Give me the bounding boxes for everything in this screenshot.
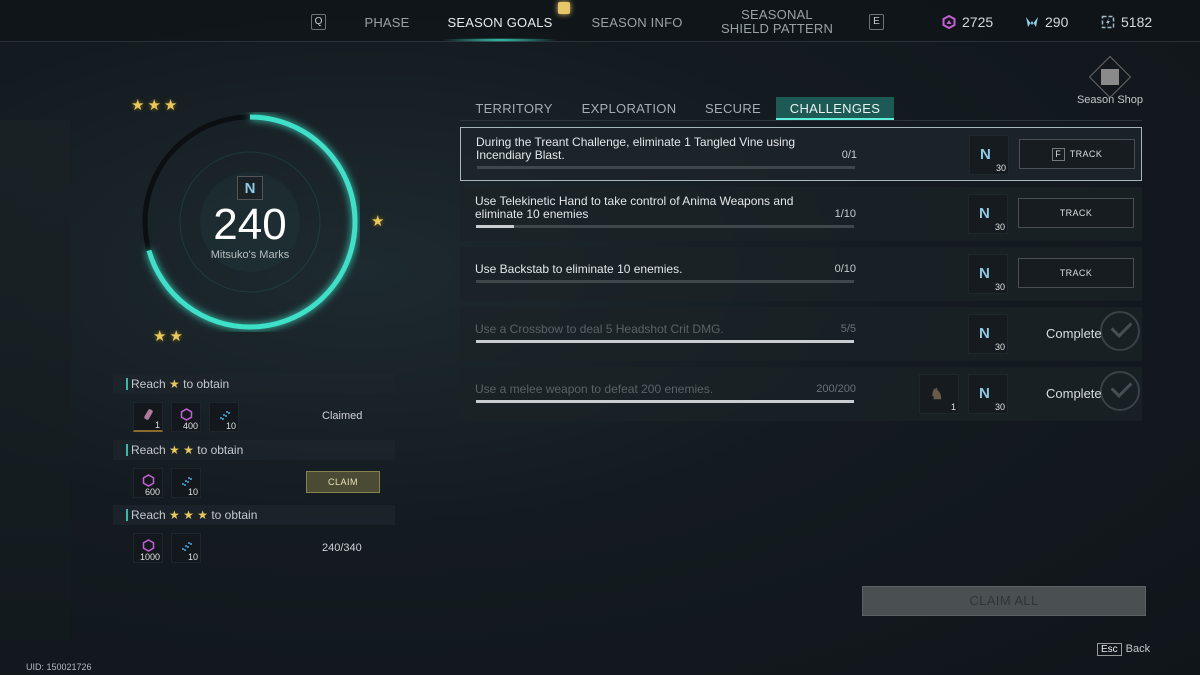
- challenge-progress: 0/10: [834, 263, 856, 275]
- prev-tab-key[interactable]: Q: [311, 14, 326, 30]
- mitsuko-mark-icon: N: [979, 325, 990, 342]
- challenge-progress: 1/10: [834, 208, 856, 220]
- track-button[interactable]: F TRACK: [1019, 139, 1135, 169]
- subtab-divider: [460, 120, 1142, 121]
- complete-status: Complete: [1046, 386, 1102, 401]
- gift-icon: [558, 2, 570, 14]
- active-tab-indicator: [440, 38, 560, 42]
- challenge-row[interactable]: Use Backstab to eliminate 10 enemies. 0/…: [460, 247, 1142, 301]
- mitsuko-mark-icon: N: [979, 385, 990, 402]
- challenge-progress-bar: [476, 225, 854, 228]
- progress-bar-fill: [476, 225, 514, 228]
- reward-item-hexagon[interactable]: 1000: [133, 533, 163, 563]
- claim-all-button[interactable]: CLAIM ALL: [862, 586, 1146, 616]
- tab-season-info[interactable]: SEASON INFO: [582, 15, 692, 30]
- challenge-reward[interactable]: N 30: [968, 194, 1008, 234]
- esc-key-hint: Esc: [1097, 643, 1122, 656]
- reward-tier-2-heading: Reach ★ ★ to obtain: [113, 440, 395, 460]
- challenge-progress-bar: [476, 400, 854, 403]
- reward-item-hexagon[interactable]: 600: [133, 468, 163, 498]
- tab-seasonal-shield-pattern[interactable]: SEASONAL SHIELD PATTERN: [712, 8, 842, 36]
- challenge-extra-reward[interactable]: ♞ 1: [919, 374, 959, 414]
- reward-tier-3-heading: Reach ★ ★ ★ to obtain: [113, 505, 395, 525]
- currency-energy: 5182: [1101, 14, 1152, 30]
- currency-purple: 2725: [942, 14, 993, 30]
- challenge-reward[interactable]: N 30: [968, 374, 1008, 414]
- subtab-secure[interactable]: SECURE: [700, 97, 766, 120]
- challenge-progress-bar: [476, 340, 854, 343]
- shop-icon: [1088, 55, 1132, 99]
- two-star-milestone: ★★: [153, 328, 186, 345]
- mitsuko-mark-icon: N: [979, 265, 990, 282]
- season-shop-button[interactable]: Season Shop: [1074, 55, 1146, 106]
- challenge-reward[interactable]: N 30: [968, 254, 1008, 294]
- back-button[interactable]: Esc Back: [1097, 643, 1150, 656]
- challenge-description: Use a melee weapon to defeat 200 enemies…: [475, 382, 714, 396]
- reward-item-shards[interactable]: 10: [209, 402, 239, 432]
- checkmark-icon: [1100, 311, 1140, 351]
- consumable-vial-icon: [144, 409, 153, 420]
- purple-hexagon-icon: [180, 408, 193, 421]
- challenge-row[interactable]: Use Telekinetic Hand to take control of …: [460, 187, 1142, 241]
- currency-energy-value: 5182: [1121, 14, 1153, 30]
- challenge-progress: 0/1: [841, 149, 857, 161]
- reward-item-vial[interactable]: 1: [133, 402, 163, 432]
- one-star-milestone: ★: [371, 213, 388, 230]
- track-button[interactable]: TRACK: [1018, 258, 1134, 288]
- complete-status: Complete: [1046, 326, 1102, 341]
- track-key-hint: F: [1051, 148, 1065, 162]
- challenge-reward[interactable]: N 30: [968, 314, 1008, 354]
- subtab-territory[interactable]: TERRITORY: [470, 97, 558, 120]
- next-tab-key[interactable]: E: [869, 14, 884, 30]
- challenge-progress: 200/200: [816, 383, 856, 395]
- challenge-description: Use a Crossbow to deal 5 Headshot Crit D…: [475, 322, 724, 336]
- reward-tier-1-status: Claimed: [322, 410, 363, 422]
- purple-hexagon-icon: [142, 539, 155, 552]
- marks-label: Mitsuko's Marks: [210, 249, 290, 261]
- reward-item-shards[interactable]: 10: [171, 468, 201, 498]
- challenge-progress: 5/5: [840, 323, 856, 335]
- challenge-progress-bar: [476, 280, 854, 283]
- energy-box-icon: [1101, 15, 1115, 29]
- blue-shards-icon: [182, 542, 192, 551]
- background-figure: [0, 120, 70, 640]
- currency-purple-value: 2725: [962, 14, 994, 30]
- track-button[interactable]: TRACK: [1018, 198, 1134, 228]
- tab-season-goals[interactable]: SEASON GOALS: [440, 15, 560, 30]
- mitsuko-mark-icon: N: [237, 176, 263, 200]
- subtab-exploration[interactable]: EXPLORATION: [573, 97, 685, 120]
- challenge-description: Use Telekinetic Hand to take control of …: [475, 194, 794, 221]
- currency-marks-value: 290: [1045, 14, 1069, 30]
- three-star-milestone: ★★★: [131, 97, 181, 114]
- checkmark-icon: [1100, 371, 1140, 411]
- challenge-row[interactable]: Use a melee weapon to defeat 200 enemies…: [460, 367, 1142, 421]
- blue-shards-icon: [220, 411, 230, 420]
- claim-tier-2-button[interactable]: CLAIM: [306, 471, 380, 493]
- challenge-description: During the Treant Challenge, eliminate 1…: [476, 135, 796, 162]
- reward-item-hexagon[interactable]: 400: [171, 402, 201, 432]
- mitsuko-mark-icon: [1026, 17, 1038, 27]
- top-nav-bar: Q PHASE SEASON GOALS SEASON INFO SEASONA…: [0, 0, 1200, 42]
- armor-figure-icon: ♞: [930, 386, 944, 403]
- tab-phase[interactable]: PHASE: [352, 15, 422, 30]
- mitsuko-mark-icon: N: [979, 205, 990, 222]
- challenge-row[interactable]: Use a Crossbow to deal 5 Headshot Crit D…: [460, 307, 1142, 361]
- challenge-reward[interactable]: N 30: [969, 135, 1009, 175]
- user-id: UID: 150021726: [26, 662, 92, 672]
- currency-marks: 290: [1025, 14, 1068, 30]
- challenge-description: Use Backstab to eliminate 10 enemies.: [475, 262, 683, 276]
- progress-bar-fill: [476, 340, 854, 343]
- challenge-progress-bar: [477, 166, 855, 169]
- marks-count: 240: [213, 200, 287, 249]
- purple-hexagon-icon: [142, 474, 155, 487]
- purple-hexagon-icon: [942, 15, 956, 29]
- challenge-row[interactable]: During the Treant Challenge, eliminate 1…: [460, 127, 1142, 181]
- mitsuko-mark-icon: N: [980, 146, 991, 163]
- subtab-challenges[interactable]: CHALLENGES: [776, 97, 894, 120]
- progress-bar-fill: [476, 400, 854, 403]
- reward-tier-1-heading: Reach ★ to obtain: [113, 374, 395, 394]
- reward-tier-3-progress: 240/340: [322, 542, 362, 554]
- reward-item-shards[interactable]: 10: [171, 533, 201, 563]
- blue-shards-icon: [182, 477, 192, 486]
